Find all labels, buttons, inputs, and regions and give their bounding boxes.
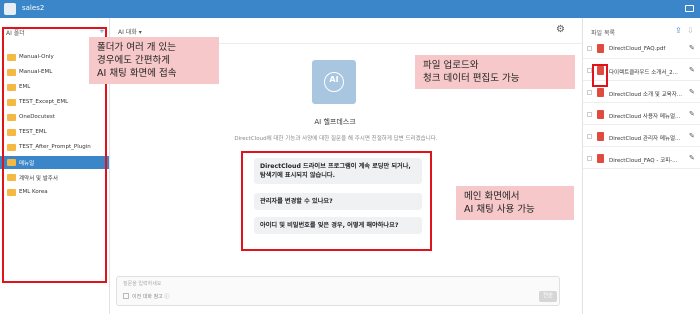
highlight-suggestions xyxy=(241,151,432,251)
file-checkbox[interactable] xyxy=(587,90,592,95)
file-name: DirectCloud_FAQ - 코피-... xyxy=(609,158,678,164)
file-checkbox[interactable] xyxy=(587,46,592,51)
pdf-file-icon xyxy=(597,44,604,53)
file-name: DirectCloud 소개 및 교육자... xyxy=(609,92,683,98)
window-title: sales2 xyxy=(22,4,45,12)
callout-files: 파일 업로드와 청크 데이터 편집도 가능 xyxy=(415,55,575,89)
pdf-file-icon xyxy=(597,154,604,163)
helpdesk-title: AI 헬프데스크 xyxy=(314,118,356,126)
file-item[interactable]: DirectCloud 사용자 메뉴얼... ✎ xyxy=(583,105,700,125)
pdf-file-icon xyxy=(597,132,604,141)
edit-chunk-icon[interactable]: ✎ xyxy=(689,66,695,74)
ai-logo: AI xyxy=(312,60,356,104)
chat-input-box[interactable]: 질문을 입력하세요 이전 대화 참고 ⓘ 전송 xyxy=(116,276,560,306)
callout-folders: 폴더가 여러 개 있는 경우에도 간편하게 AI 채팅 화면에 접속 xyxy=(89,37,219,84)
edit-chunk-icon[interactable]: ✎ xyxy=(689,88,695,96)
file-item[interactable]: DirectCloud 관리자 메뉴얼... ✎ xyxy=(583,127,700,147)
pdf-file-icon xyxy=(597,88,604,97)
callout-main: 메인 화면에서 AI 채팅 사용 가능 xyxy=(456,186,574,220)
file-item[interactable]: DirectCloud_FAQ - 코피-... ✎ xyxy=(583,149,700,169)
window-icon[interactable] xyxy=(685,5,694,12)
file-name: DirectCloud 사용자 메뉴얼... xyxy=(609,114,681,120)
send-button[interactable]: 전송 xyxy=(539,291,557,302)
title-bar: sales2 xyxy=(0,0,700,18)
chat-title[interactable]: AI 대화 ▾ xyxy=(118,27,142,36)
file-panel: 파일 목록 ⇪ ⇩ DirectCloud_FAQ.pdf ✎ 다이렉트클라우드 소… xyxy=(582,18,700,314)
file-name: DirectCloud 관리자 메뉴얼... xyxy=(609,136,681,142)
chat-input[interactable]: 질문을 입력하세요 xyxy=(123,280,161,287)
edit-chunk-icon[interactable]: ✎ xyxy=(689,110,695,118)
app-icon xyxy=(4,3,16,15)
edit-chunk-icon[interactable]: ✎ xyxy=(689,132,695,140)
edit-chunk-icon[interactable]: ✎ xyxy=(689,44,695,52)
file-name: 다이렉트클라우드 소개서_2... xyxy=(609,70,678,76)
file-item[interactable]: DirectCloud_FAQ.pdf ✎ xyxy=(583,39,700,59)
previous-chat-checkbox[interactable] xyxy=(123,293,129,299)
edit-chunk-icon[interactable]: ✎ xyxy=(689,154,695,162)
file-name: DirectCloud_FAQ.pdf xyxy=(609,46,666,52)
pdf-file-icon xyxy=(597,110,604,119)
ai-logo-text: AI xyxy=(329,75,339,84)
file-checkbox[interactable] xyxy=(587,156,592,161)
gear-icon[interactable]: ⚙ xyxy=(556,24,565,35)
previous-chat-label: 이전 대화 참고 ⓘ xyxy=(132,294,170,300)
upload-icon[interactable]: ⇪ xyxy=(675,26,682,35)
highlight-file-icon xyxy=(592,64,608,87)
helpdesk-subtitle: DirectCloud에 대한 기능과 사양에 대한 질문을 해 주시면 친절하… xyxy=(234,136,438,142)
file-checkbox[interactable] xyxy=(587,112,592,117)
file-panel-title: 파일 목록 xyxy=(591,30,615,37)
file-checkbox[interactable] xyxy=(587,134,592,139)
download-icon[interactable]: ⇩ xyxy=(687,26,694,35)
